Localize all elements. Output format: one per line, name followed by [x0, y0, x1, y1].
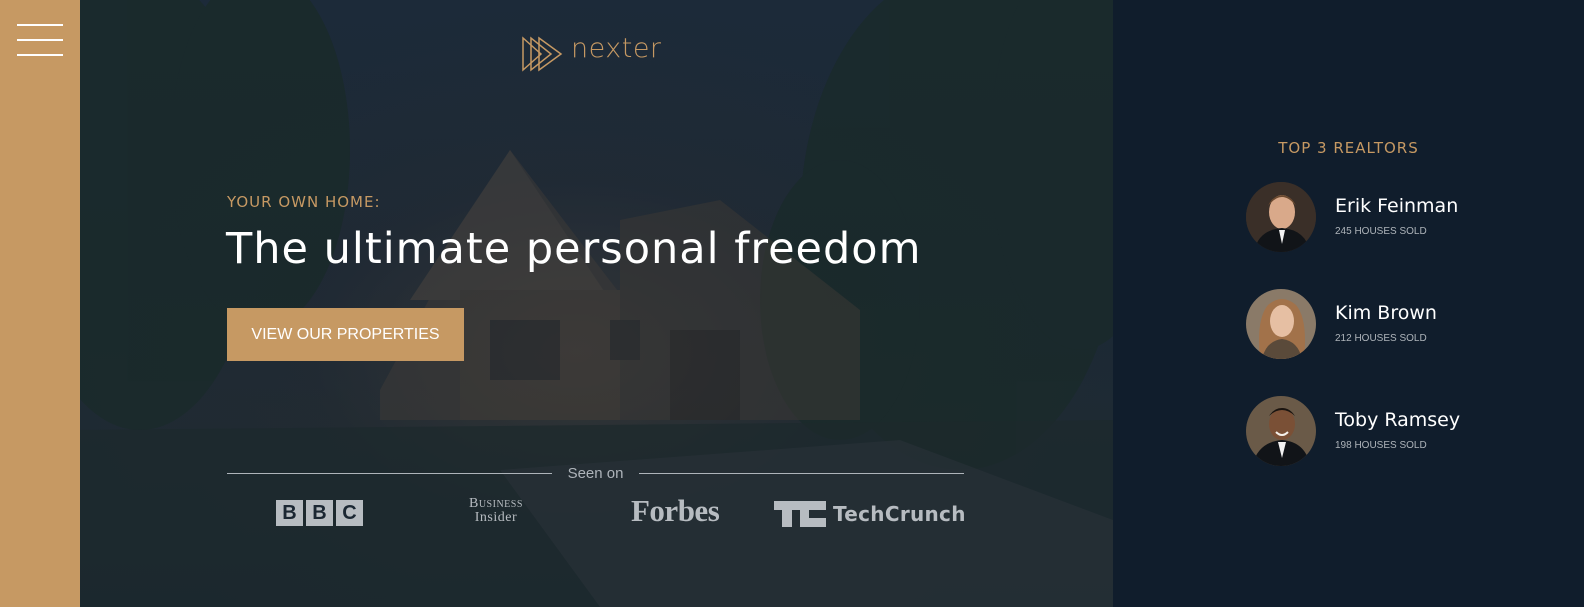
seen-on-divider: Seen on	[227, 463, 965, 483]
realtor-name: Erik Feinman	[1335, 195, 1459, 217]
divider-line-right	[639, 472, 965, 474]
seen-on-label: Seen on	[567, 464, 624, 482]
forbes-logo: Forbes	[631, 493, 720, 528]
realtor-avatar	[1246, 182, 1316, 252]
hero-sub-heading: YOUR OWN HOME:	[227, 193, 381, 211]
hamburger-menu-icon[interactable]	[17, 24, 63, 58]
bbc-logo: B B C	[276, 500, 363, 526]
techcrunch-mark-icon	[774, 501, 826, 527]
business-insider-logo: Business Insider	[469, 497, 523, 525]
realtor-houses-sold: 245 HOUSES SOLD	[1335, 226, 1427, 237]
realtor-avatar	[1246, 289, 1316, 359]
techcrunch-logo: TechCrunch	[833, 502, 966, 526]
realtors-title: TOP 3 REALTORS	[1278, 139, 1419, 157]
sidebar	[0, 0, 80, 607]
hero-heading: The ultimate personal freedom	[226, 224, 922, 274]
realtor-item[interactable]: Erik Feinman 245 HOUSES SOLD	[1246, 182, 1546, 252]
bbc-letter: C	[336, 500, 363, 526]
business-insider-word: Insider	[474, 510, 518, 525]
brand-name[interactable]: nexter	[571, 33, 662, 64]
bbc-letter: B	[276, 500, 303, 526]
business-insider-word: Business	[469, 496, 523, 511]
realtor-item[interactable]: Kim Brown 212 HOUSES SOLD	[1246, 289, 1546, 359]
realtor-avatar	[1246, 396, 1316, 466]
realtor-houses-sold: 212 HOUSES SOLD	[1335, 333, 1427, 344]
realtor-item[interactable]: Toby Ramsey 198 HOUSES SOLD	[1246, 396, 1546, 466]
realtor-name: Kim Brown	[1335, 302, 1437, 324]
view-properties-button[interactable]: VIEW OUR PROPERTIES	[227, 308, 464, 361]
bbc-letter: B	[306, 500, 333, 526]
top-realtors-panel: TOP 3 REALTORS Erik Feinman 245 HOUSES S…	[1113, 0, 1584, 607]
divider-line-left	[227, 472, 552, 474]
hero-header: nexter YOUR OWN HOME: The ultimate perso…	[80, 0, 1113, 607]
realtor-houses-sold: 198 HOUSES SOLD	[1335, 440, 1427, 451]
realtor-name: Toby Ramsey	[1335, 409, 1461, 431]
